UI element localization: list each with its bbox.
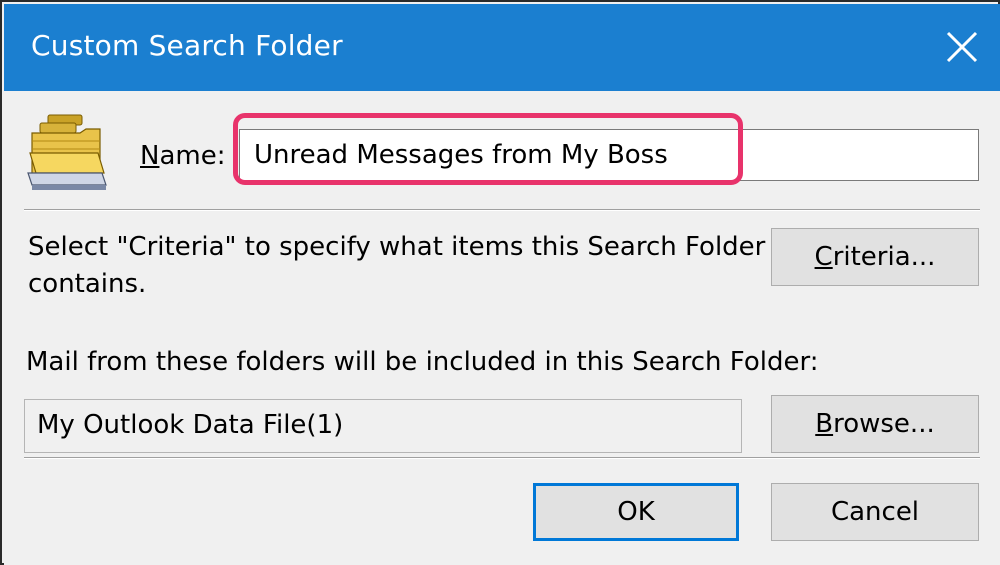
custom-search-folder-dialog: Custom Search Folder Name: Unread Messag… bbox=[0, 0, 1000, 565]
browse-button[interactable]: Browse... bbox=[771, 395, 979, 453]
criteria-button-accelerator: C bbox=[814, 242, 833, 272]
close-button[interactable] bbox=[934, 19, 990, 75]
name-label-text: ame: bbox=[159, 141, 226, 171]
mail-folders-label: Mail from these folders will be included… bbox=[26, 347, 819, 377]
criteria-button[interactable]: Criteria... bbox=[771, 228, 979, 286]
browse-button-accelerator: B bbox=[815, 409, 834, 439]
dialog-body: Name: Unread Messages from My Boss Selec… bbox=[4, 91, 1000, 565]
criteria-description: Select "Criteria" to specify what items … bbox=[28, 232, 766, 299]
separator bbox=[24, 209, 980, 211]
name-input-value: Unread Messages from My Boss bbox=[254, 140, 668, 170]
cancel-button[interactable]: Cancel bbox=[771, 483, 979, 541]
criteria-button-label: riteria... bbox=[832, 242, 936, 272]
separator bbox=[24, 457, 980, 459]
close-icon bbox=[946, 31, 978, 63]
ok-button[interactable]: OK bbox=[533, 483, 739, 541]
window-title: Custom Search Folder bbox=[31, 29, 343, 62]
name-label-accelerator: N bbox=[140, 141, 160, 171]
title-bar: Custom Search Folder bbox=[4, 4, 1000, 91]
browse-button-label: rowse... bbox=[833, 409, 935, 439]
name-input[interactable]: Unread Messages from My Boss bbox=[239, 129, 979, 181]
folder-list-field: My Outlook Data File(1) bbox=[24, 399, 742, 453]
search-folder-icon bbox=[27, 114, 107, 190]
folder-list-value: My Outlook Data File(1) bbox=[37, 410, 344, 440]
name-label: Name: bbox=[140, 141, 225, 171]
